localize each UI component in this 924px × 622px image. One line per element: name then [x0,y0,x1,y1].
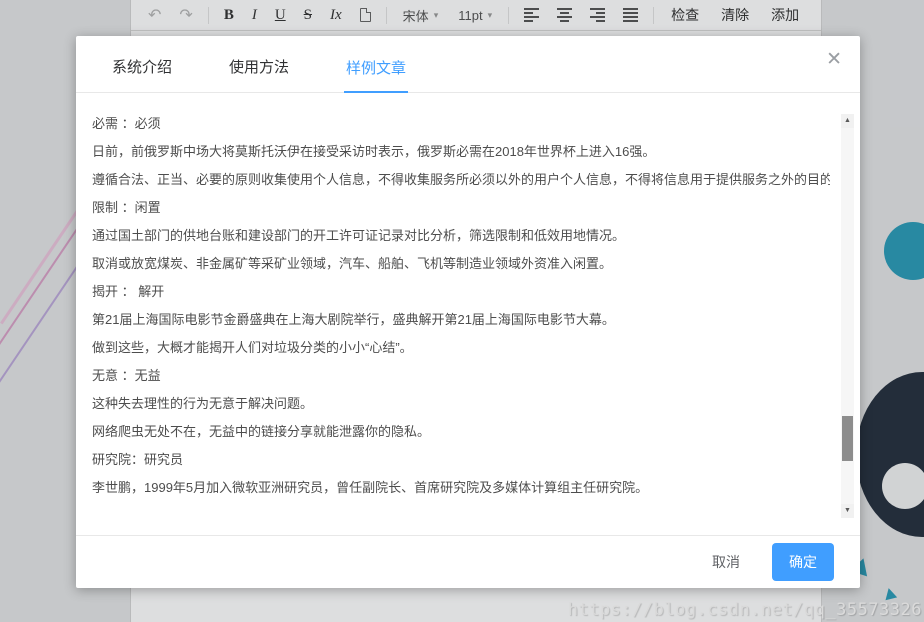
screen: ↶ ↷ B I U S Ix 宋体 ▾ 11pt ▾ 检查 清 [0,0,924,622]
article-content: 必需 ：必须 日前，前俄罗斯中场大将莫斯托沃伊在接受采访时表示，俄罗斯必需在20… [92,93,830,506]
scrollbar[interactable]: ▲ ▼ [841,114,854,518]
article-paragraph: 研究院：研究员 [92,446,830,474]
article-paragraph: 第21届上海国际电影节金爵盛典在上海大剧院举行，盛典解开第21届上海国际电影节大… [92,306,830,334]
article-paragraph: 网络爬虫无处不在，无益中的链接分享就能泄露你的隐私。 [92,418,830,446]
article-paragraph: 无意 ：无益 [92,362,830,390]
tab-system-intro[interactable]: 系统介绍 [110,56,174,92]
scrollbar-thumb[interactable] [842,416,853,461]
scroll-down-icon[interactable]: ▼ [841,504,854,518]
dialog-footer: 取消 确定 [76,535,860,588]
article-paragraph: 揭开 ： 解开 [92,278,830,306]
article-paragraph: 遵循合法、正当、必要的原则收集使用个人信息，不得收集服务所必须以外的用户个人信息… [92,166,830,194]
tab-sample-article[interactable]: 样例文章 [344,57,408,93]
tab-usage[interactable]: 使用方法 [227,56,291,92]
article-paragraph: 李世鹏，1999年5月加入微软亚洲研究员，曾任副院长、首席研究院及多媒体计算组主… [92,474,830,502]
watermark: https://blog.csdn.net/qq_35573326 [568,600,922,620]
article-paragraph: 日前，前俄罗斯中场大将莫斯托沃伊在接受采访时表示，俄罗斯必需在2018年世界杯上… [92,138,830,166]
article-paragraph: 取消或放宽煤炭、非金属矿等采矿业领域，汽车、船舶、飞机等制造业领域外资准入闲置。 [92,250,830,278]
confirm-button[interactable]: 确定 [772,543,834,581]
article-paragraph: 做到这些，大概才能揭开人们对垃圾分类的小小“心结”。 [92,334,830,362]
cancel-button[interactable]: 取消 [702,544,750,580]
article-paragraph: 限制 ：闲置 [92,194,830,222]
tab-bar: 系统介绍 使用方法 样例文章 [76,36,860,93]
article-paragraph: 这种失去理性的行为无意于解决问题。 [92,390,830,418]
scroll-up-icon[interactable]: ▲ [841,114,854,128]
article-paragraph: 必需 ：必须 [92,110,830,138]
close-icon[interactable]: ✕ [826,50,842,69]
dialog: ✕ 系统介绍 使用方法 样例文章 必需 ：必须 日前，前俄罗斯中场大将莫斯托沃伊… [76,36,860,588]
article-paragraph: 通过国土部门的供地台账和建设部门的开工许可证记录对比分析，筛选限制和低效用地情况… [92,222,830,250]
